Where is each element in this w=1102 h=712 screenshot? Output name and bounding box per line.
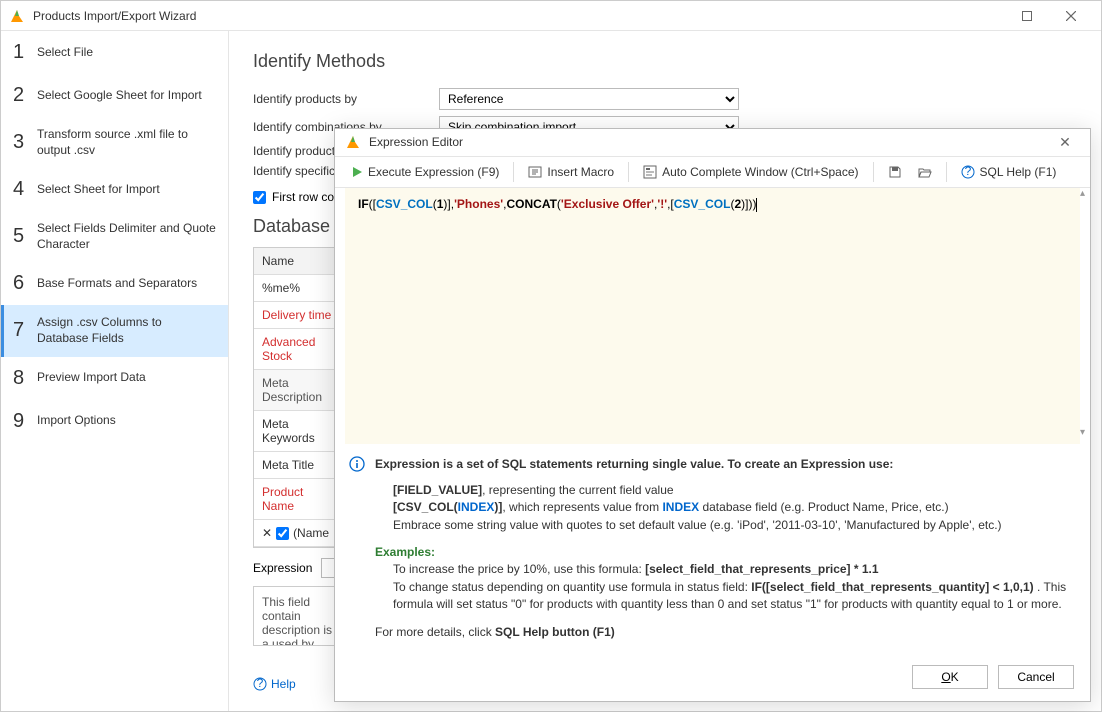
execute-button[interactable]: Execute Expression (F9)	[345, 161, 505, 183]
info-icon	[349, 456, 365, 472]
table-row[interactable]: Product Name	[254, 479, 342, 520]
dialog-toolbar: Execute Expression (F9) Insert Macro Aut…	[335, 157, 1090, 189]
step-4[interactable]: 4Select Sheet for Import	[1, 168, 228, 211]
editor-scrollbar[interactable]: ▴▾	[1080, 188, 1090, 438]
svg-text:?: ?	[257, 677, 264, 690]
save-icon	[888, 165, 902, 179]
table-row[interactable]: Meta Title	[254, 452, 342, 479]
identify-products-select[interactable]: Reference	[439, 88, 739, 110]
window-titlebar: Products Import/Export Wizard	[1, 1, 1101, 31]
fields-table-header: Name	[254, 248, 342, 275]
text-cursor	[756, 198, 757, 212]
maximize-button[interactable]	[1005, 1, 1049, 31]
dialog-title: Expression Editor	[369, 135, 1050, 149]
autocomplete-button[interactable]: Auto Complete Window (Ctrl+Space)	[637, 161, 864, 183]
name-checkbox-row: ✕ (Name	[254, 520, 342, 547]
fields-table: Name %me% Delivery time Advanced Stock M…	[253, 247, 343, 548]
table-row[interactable]: Delivery time	[254, 302, 342, 329]
insert-macro-button[interactable]: Insert Macro	[522, 161, 620, 183]
first-row-label: First row con	[272, 190, 341, 204]
identify-products-label: Identify products by	[253, 92, 439, 106]
dialog-close-button[interactable]: ✕	[1050, 134, 1080, 151]
step-5[interactable]: 5Select Fields Delimiter and Quote Chara…	[1, 211, 228, 262]
play-icon	[351, 166, 363, 178]
field-note: This field contain description is a used…	[253, 586, 343, 646]
dialog-titlebar: Expression Editor ✕	[335, 129, 1090, 157]
app-icon	[9, 8, 25, 24]
section-heading: Identify Methods	[253, 51, 1077, 72]
first-row-checkbox[interactable]	[253, 191, 266, 204]
ok-button[interactable]: OK	[912, 665, 988, 689]
app-icon	[345, 134, 361, 150]
step-9[interactable]: 9Import Options	[1, 400, 228, 443]
step-6[interactable]: 6Base Formats and Separators	[1, 262, 228, 305]
save-button[interactable]	[882, 161, 908, 183]
step-7[interactable]: 7Assign .csv Columns to Database Fields	[1, 305, 228, 356]
sql-help-button[interactable]: ? SQL Help (F1)	[955, 161, 1063, 183]
scroll-up-icon[interactable]: ▴	[1080, 188, 1090, 199]
step-2[interactable]: 2Select Google Sheet for Import	[1, 74, 228, 117]
step-8[interactable]: 8Preview Import Data	[1, 357, 228, 400]
close-button[interactable]	[1049, 1, 1093, 31]
table-row[interactable]: Advanced Stock	[254, 329, 342, 370]
wizard-steps-sidebar: 1Select File 2Select Google Sheet for Im…	[1, 31, 229, 711]
table-row[interactable]: Meta Description	[254, 370, 342, 411]
help-text-panel: Expression is a set of SQL statements re…	[335, 444, 1090, 653]
expression-editor-dialog: Expression Editor ✕ Execute Expression (…	[334, 128, 1091, 702]
scroll-down-icon[interactable]: ▾	[1080, 427, 1090, 438]
step-3[interactable]: 3Transform source .xml file to output .c…	[1, 117, 228, 168]
macro-icon	[528, 165, 542, 179]
cancel-button[interactable]: Cancel	[998, 665, 1074, 689]
name-checkbox[interactable]	[276, 527, 289, 540]
help-link[interactable]: ? Help	[253, 677, 296, 691]
window-title: Products Import/Export Wizard	[33, 9, 1005, 23]
step-1[interactable]: 1Select File	[1, 31, 228, 74]
help-icon: ?	[253, 677, 267, 691]
folder-open-icon	[918, 165, 932, 179]
clear-icon[interactable]: ✕	[262, 526, 272, 540]
autocomplete-icon	[643, 165, 657, 179]
filter-row[interactable]: %me%	[254, 275, 342, 302]
dialog-button-row: OK Cancel	[335, 653, 1090, 701]
help-icon: ?	[961, 165, 975, 179]
open-button[interactable]	[912, 161, 938, 183]
svg-text:?: ?	[964, 165, 971, 178]
identify-products-row: Identify products by Reference	[253, 88, 1077, 110]
expression-textarea[interactable]: IF([CSV_COL(1)],'Phones',CONCAT('Exclusi…	[345, 188, 1080, 444]
table-row[interactable]: Meta Keywords	[254, 411, 342, 452]
